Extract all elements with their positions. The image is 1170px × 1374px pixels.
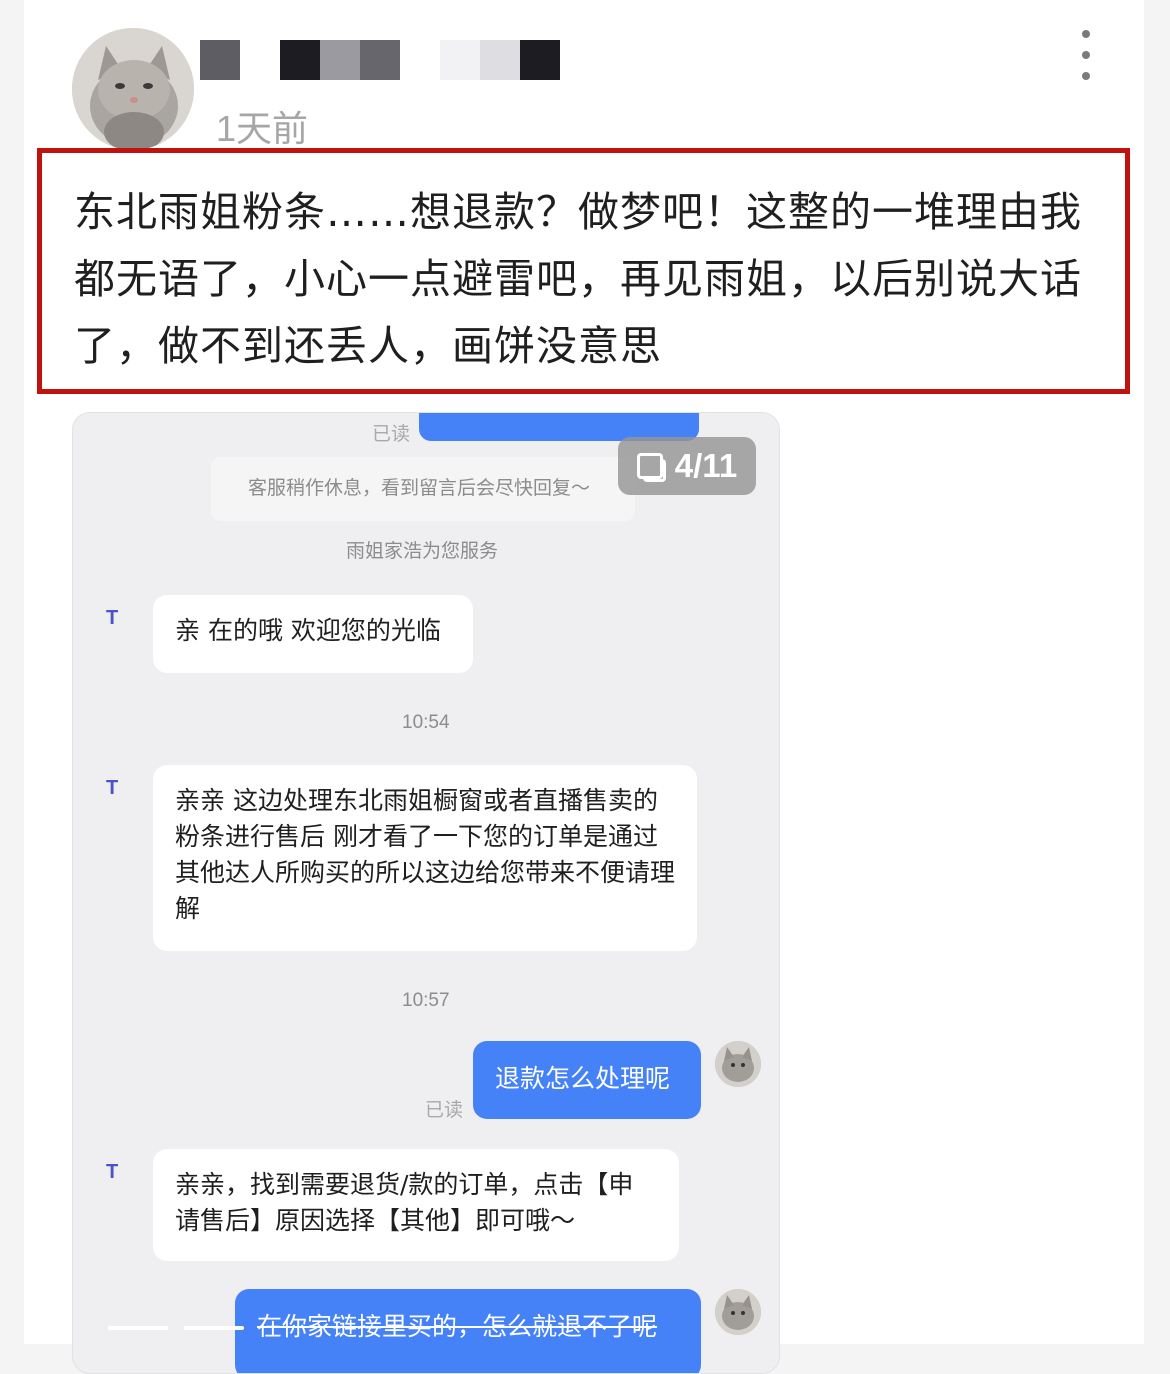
author-avatar[interactable] [72, 28, 194, 150]
read-status: 已读 [372, 423, 411, 445]
message-text: 亲亲 这边处理东北雨姐橱窗或者直播售卖的粉条进行售后 刚才看了一下您的订单是通过… [175, 786, 676, 923]
author-name-redacted[interactable] [200, 40, 560, 80]
system-service-notice: 雨姐家浩为您服务 [346, 540, 499, 562]
message-text: 亲 在的哦 欢迎您的光临 [175, 616, 441, 645]
agent-message: 亲 在的哦 欢迎您的光临 [153, 595, 473, 673]
cat-avatar-image [715, 1289, 761, 1335]
more-options-icon[interactable] [1066, 30, 1106, 80]
agent-badge: T [106, 1161, 119, 1183]
message-text: 亲亲，找到需要退货/款的订单，点击【申请售后】原因选择【其他】即可哦～ [175, 1170, 634, 1235]
cat-avatar-image [72, 28, 194, 150]
pager-indicator [108, 1326, 168, 1330]
cat-avatar-image [715, 1041, 761, 1087]
agent-message: 亲亲，找到需要退货/款的订单，点击【申请售后】原因选择【其他】即可哦～ [153, 1149, 679, 1261]
user-avatar [715, 1289, 761, 1335]
user-message: 退款怎么处理呢 [473, 1041, 701, 1119]
agent-badge: T [106, 607, 119, 629]
gallery-stack-icon [636, 453, 666, 482]
message-text: 退款怎么处理呢 [495, 1064, 671, 1093]
timestamp: 10:54 [402, 712, 450, 733]
post-text: 东北雨姐粉条……想退款？做梦吧！这整的一堆理由我都无语了，小心一点避雷吧，再见雨… [74, 188, 1082, 370]
user-message: 在你家链接里买的，怎么就退不了呢 [235, 1289, 701, 1373]
agent-message: 亲亲 这边处理东北雨姐橱窗或者直播售卖的粉条进行售后 刚才看了一下您的订单是通过… [153, 765, 697, 951]
read-status: 已读 [425, 1099, 464, 1121]
user-avatar [715, 1041, 761, 1087]
chat-screenshot-image[interactable]: 已读 客服稍作休息，看到留言后会尽快回复～ 雨姐家浩为您服务 T 亲 在的哦 欢… [72, 412, 780, 1374]
message-text: 在你家链接里买的，怎么就退不了呢 [257, 1312, 658, 1341]
image-counter[interactable]: 4/11 [618, 437, 756, 495]
image-counter-label: 4/11 [674, 447, 738, 484]
pager-indicator [184, 1326, 244, 1330]
post-text-highlight-box: 东北雨姐粉条……想退款？做梦吧！这整的一堆理由我都无语了，小心一点避雷吧，再见雨… [37, 148, 1130, 394]
timestamp: 10:57 [402, 990, 450, 1011]
system-offline-notice: 客服稍作休息，看到留言后会尽快回复～ [248, 477, 591, 499]
agent-badge: T [106, 777, 119, 799]
post-time: 1天前 [216, 108, 309, 149]
